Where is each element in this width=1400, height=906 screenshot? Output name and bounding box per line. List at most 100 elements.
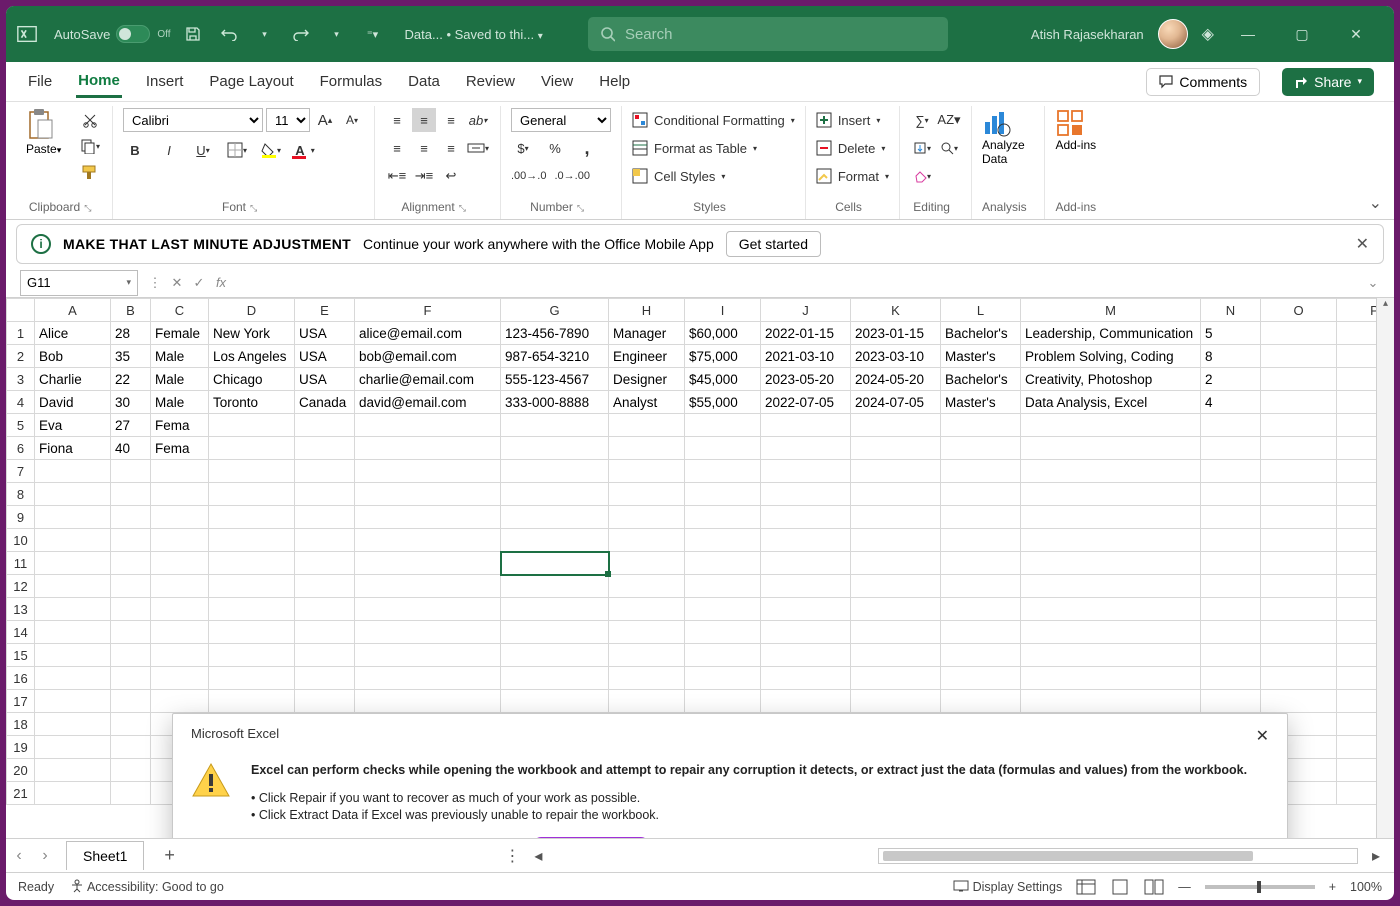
col-header-N[interactable]: N (1201, 299, 1261, 322)
cell-D3[interactable]: Chicago (209, 368, 295, 391)
cell-E7[interactable] (295, 460, 355, 483)
cell-C16[interactable] (151, 667, 209, 690)
cell-A13[interactable] (35, 598, 111, 621)
get-started-button[interactable]: Get started (726, 231, 821, 257)
copy-button[interactable]: ▾ (78, 134, 102, 158)
delete-cells-button[interactable]: Delete ▾ (816, 136, 886, 160)
percent-button[interactable]: % (543, 136, 567, 160)
sheet-nav-right-icon[interactable]: › (32, 847, 58, 865)
cell-J4[interactable]: 2022-07-05 (761, 391, 851, 414)
col-header-L[interactable]: L (941, 299, 1021, 322)
cell-I8[interactable] (685, 483, 761, 506)
tab-formulas[interactable]: Formulas (318, 67, 385, 96)
cell-I17[interactable] (685, 690, 761, 713)
cell-A19[interactable] (35, 736, 111, 759)
cell-E11[interactable] (295, 552, 355, 575)
cell-M14[interactable] (1021, 621, 1201, 644)
row-header-3[interactable]: 3 (7, 368, 35, 391)
cell-L16[interactable] (941, 667, 1021, 690)
row-header-7[interactable]: 7 (7, 460, 35, 483)
clear-button[interactable]: ▾ (910, 164, 934, 188)
cell-A11[interactable] (35, 552, 111, 575)
cell-N13[interactable] (1201, 598, 1261, 621)
search-box[interactable] (588, 17, 948, 51)
cell-M15[interactable] (1021, 644, 1201, 667)
cell-A14[interactable] (35, 621, 111, 644)
cell-B6[interactable]: 40 (111, 437, 151, 460)
cell-L17[interactable] (941, 690, 1021, 713)
cell-L4[interactable]: Master's (941, 391, 1021, 414)
cell-I13[interactable] (685, 598, 761, 621)
cell-K14[interactable] (851, 621, 941, 644)
cell-L7[interactable] (941, 460, 1021, 483)
cell-B8[interactable] (111, 483, 151, 506)
cell-G16[interactable] (501, 667, 609, 690)
decrease-font-button[interactable]: A▾ (340, 108, 364, 132)
cell-K10[interactable] (851, 529, 941, 552)
cell-O10[interactable] (1261, 529, 1337, 552)
cell-M2[interactable]: Problem Solving, Coding (1021, 345, 1201, 368)
zoom-in-button[interactable]: + (1329, 880, 1336, 894)
align-bottom-button[interactable]: ≡ (439, 108, 463, 132)
cell-F6[interactable] (355, 437, 501, 460)
bold-button[interactable]: B (123, 138, 147, 162)
row-header-12[interactable]: 12 (7, 575, 35, 598)
cell-A4[interactable]: David (35, 391, 111, 414)
col-header-C[interactable]: C (151, 299, 209, 322)
cell-O13[interactable] (1261, 598, 1337, 621)
cell-F7[interactable] (355, 460, 501, 483)
cell-F2[interactable]: bob@email.com (355, 345, 501, 368)
cell-J17[interactable] (761, 690, 851, 713)
col-header-J[interactable]: J (761, 299, 851, 322)
cell-F5[interactable] (355, 414, 501, 437)
cell-styles-button[interactable]: Cell Styles▾ (632, 164, 725, 188)
comments-button[interactable]: Comments (1146, 68, 1260, 96)
cell-G4[interactable]: 333-000-8888 (501, 391, 609, 414)
cell-F10[interactable] (355, 529, 501, 552)
cell-D15[interactable] (209, 644, 295, 667)
row-header-13[interactable]: 13 (7, 598, 35, 621)
cell-C5[interactable]: Fema (151, 414, 209, 437)
col-header-K[interactable]: K (851, 299, 941, 322)
cell-K7[interactable] (851, 460, 941, 483)
cancel-formula-icon[interactable]: ✕ (166, 275, 188, 291)
comma-button[interactable]: , (575, 136, 599, 160)
cell-N6[interactable] (1201, 437, 1261, 460)
cell-F3[interactable]: charlie@email.com (355, 368, 501, 391)
cell-M8[interactable] (1021, 483, 1201, 506)
cell-L10[interactable] (941, 529, 1021, 552)
cell-B19[interactable] (111, 736, 151, 759)
cell-N5[interactable] (1201, 414, 1261, 437)
row-header-2[interactable]: 2 (7, 345, 35, 368)
decrease-decimal-button[interactable]: .0→.00 (554, 164, 589, 188)
cell-E16[interactable] (295, 667, 355, 690)
cell-A12[interactable] (35, 575, 111, 598)
row-header-1[interactable]: 1 (7, 322, 35, 345)
spreadsheet-grid[interactable]: ABCDEFGHIJKLMNOPQ1Alice28FemaleNew YorkU… (6, 298, 1394, 838)
cell-B21[interactable] (111, 782, 151, 805)
cell-L11[interactable] (941, 552, 1021, 575)
cell-F11[interactable] (355, 552, 501, 575)
cell-G3[interactable]: 555-123-4567 (501, 368, 609, 391)
cell-N1[interactable]: 5 (1201, 322, 1261, 345)
cell-I16[interactable] (685, 667, 761, 690)
cell-M13[interactable] (1021, 598, 1201, 621)
cell-A15[interactable] (35, 644, 111, 667)
cell-G10[interactable] (501, 529, 609, 552)
sort-filter-button[interactable]: A͏Z▾ (937, 108, 961, 132)
cell-J12[interactable] (761, 575, 851, 598)
cell-B5[interactable]: 27 (111, 414, 151, 437)
cell-A16[interactable] (35, 667, 111, 690)
format-painter-button[interactable] (78, 160, 102, 184)
user-avatar[interactable] (1158, 19, 1188, 49)
name-box[interactable]: G11▾ (20, 270, 138, 296)
cell-N7[interactable] (1201, 460, 1261, 483)
col-header-A[interactable]: A (35, 299, 111, 322)
font-color-button[interactable]: A▾ (293, 138, 317, 162)
row-header-16[interactable]: 16 (7, 667, 35, 690)
cell-L9[interactable] (941, 506, 1021, 529)
tab-review[interactable]: Review (464, 67, 517, 96)
cell-N4[interactable]: 4 (1201, 391, 1261, 414)
col-header-M[interactable]: M (1021, 299, 1201, 322)
cell-I3[interactable]: $45,000 (685, 368, 761, 391)
